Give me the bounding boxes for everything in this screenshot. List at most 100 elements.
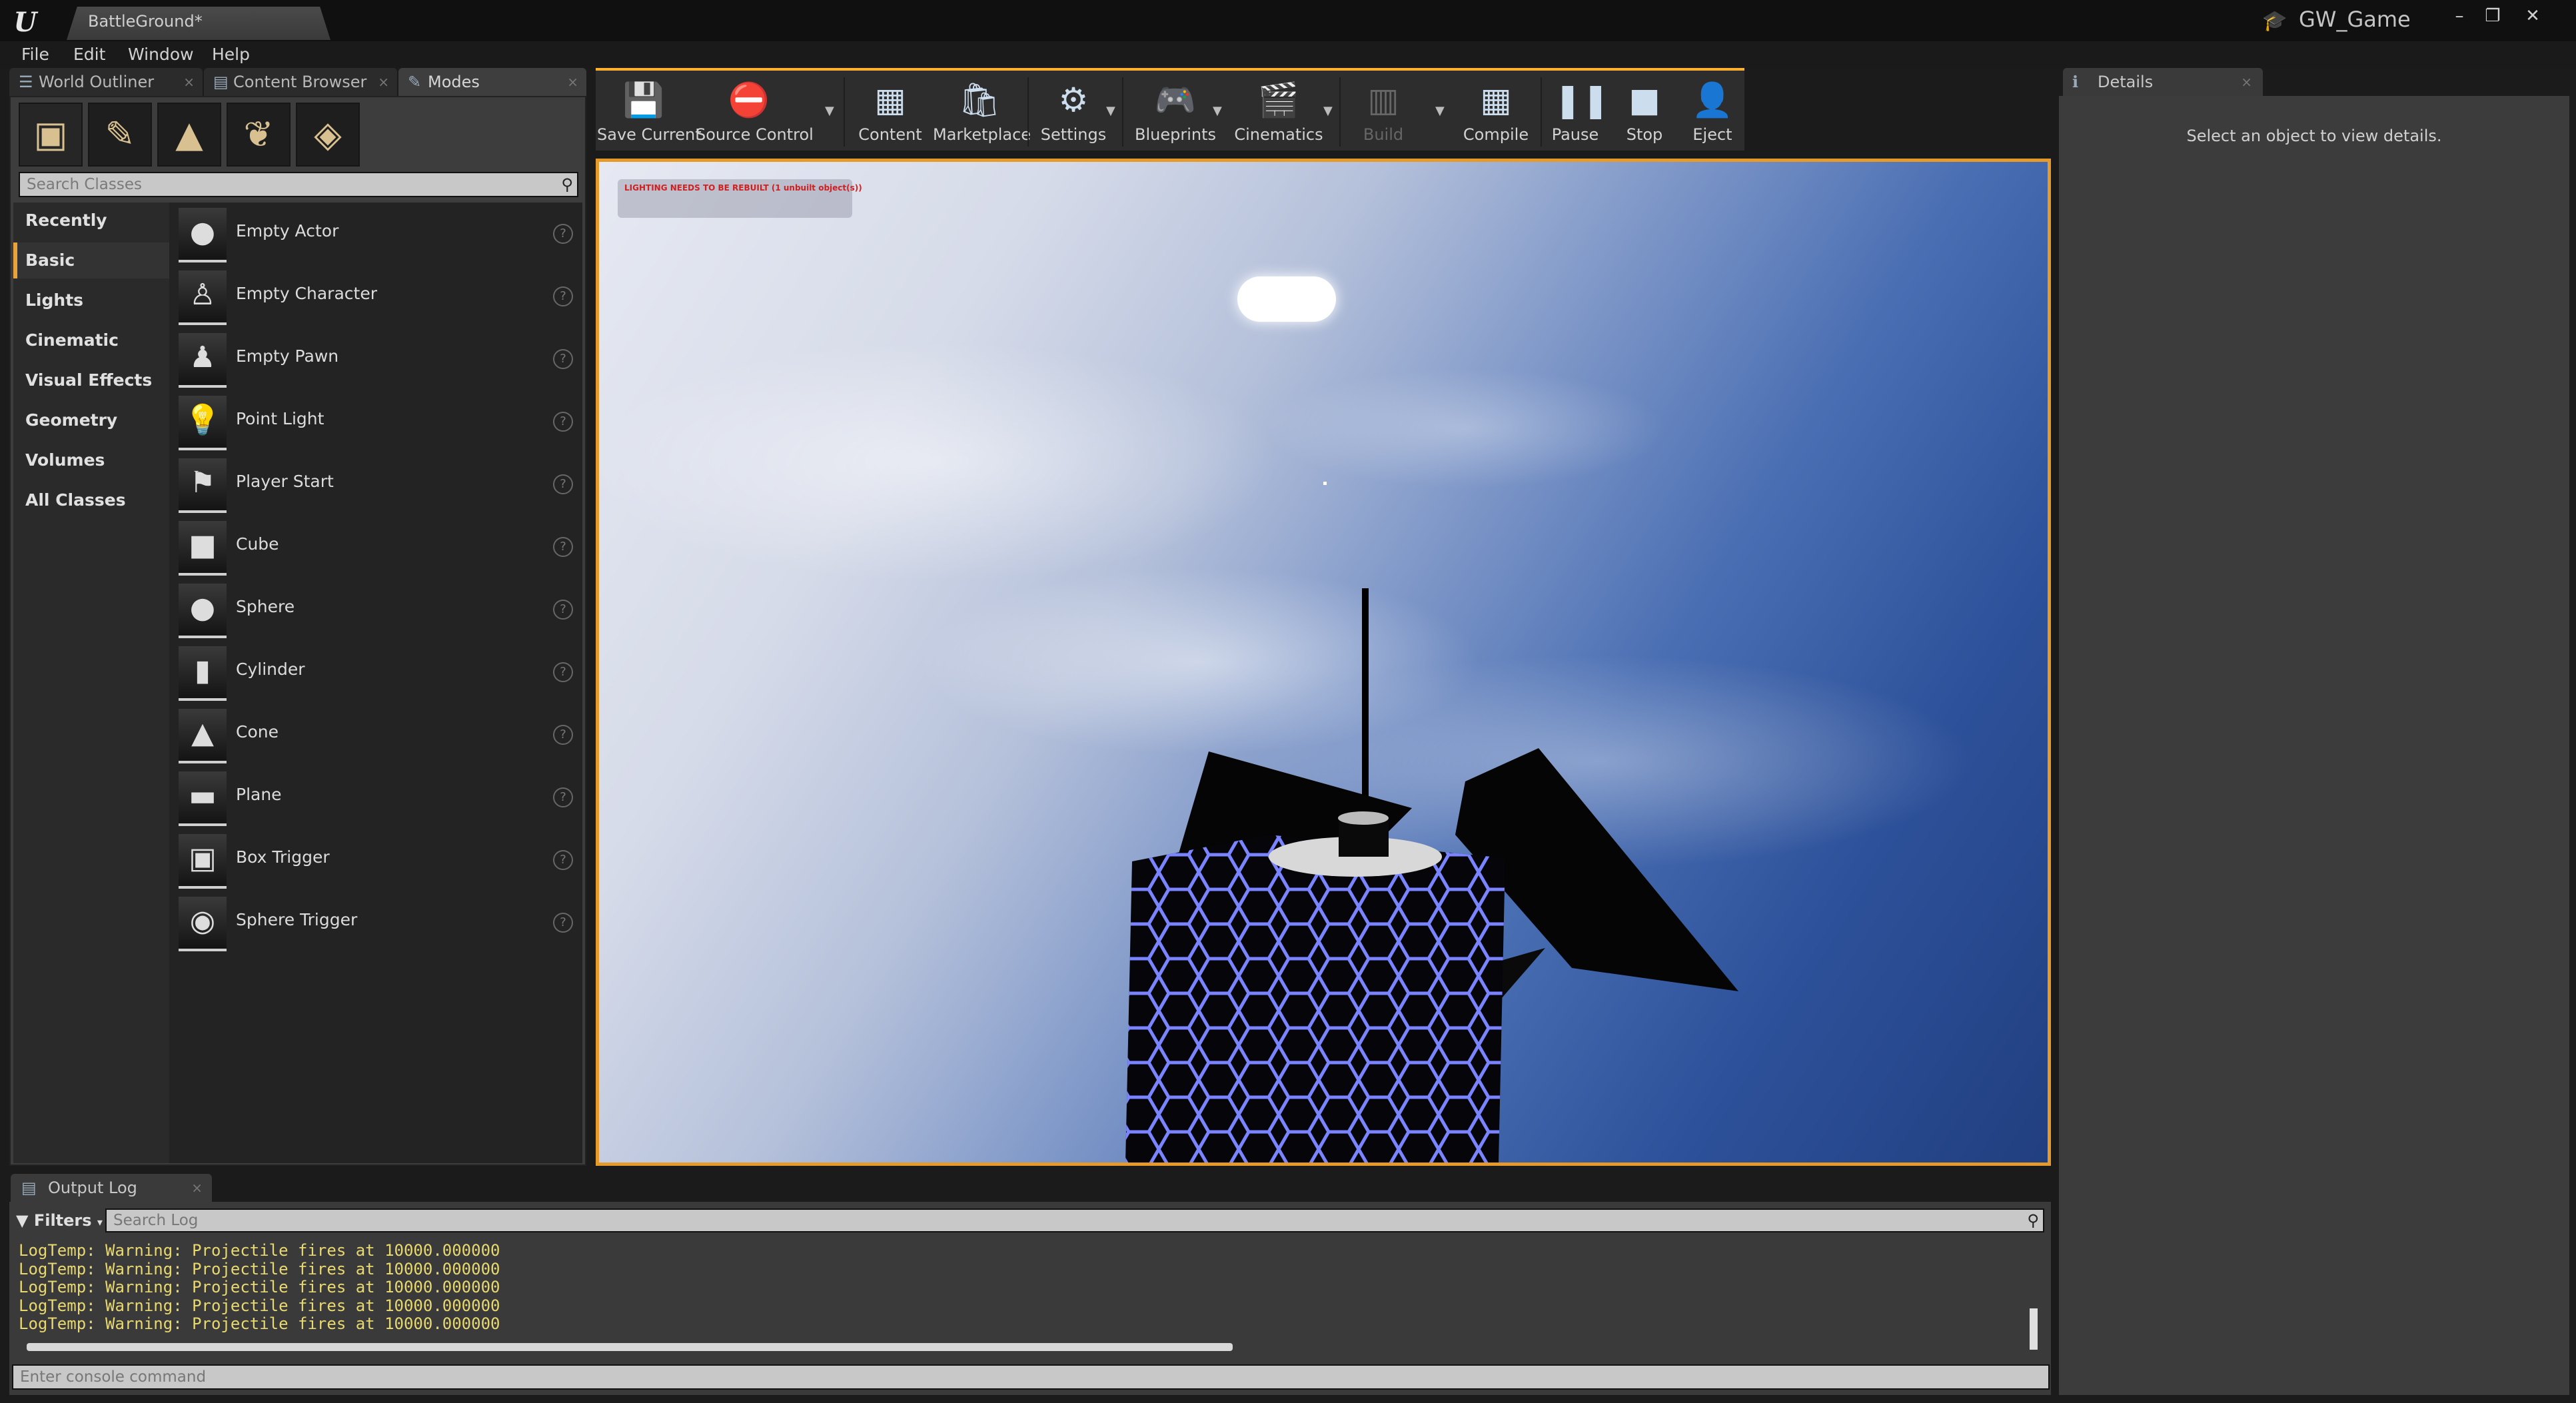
list-item[interactable]: ▣ Box Trigger?	[169, 829, 582, 891]
tab-content-browser-label: Content Browser	[233, 73, 367, 91]
list-item[interactable]: ◉ Sphere Trigger?	[169, 891, 582, 954]
graduation-cap-icon[interactable]: 🎓	[2261, 9, 2288, 33]
paint-mode-button[interactable]: ✎	[88, 103, 152, 167]
eject-button[interactable]: 👤 Eject	[1680, 76, 1744, 151]
category-basic[interactable]: Basic	[13, 242, 169, 278]
list-item[interactable]: ♟ Empty Pawn?	[169, 328, 582, 390]
close-tab-icon[interactable]: ×	[378, 68, 389, 96]
horizontal-scrollbar[interactable]	[27, 1343, 1233, 1351]
list-item[interactable]: 💡 Point Light?	[169, 390, 582, 453]
build-dropdown-icon[interactable]: ▼	[1435, 104, 1445, 118]
settings-dropdown-icon[interactable]: ▼	[1106, 104, 1115, 118]
help-icon[interactable]: ?	[553, 224, 573, 244]
settings-button[interactable]: ⚙ Settings	[1030, 76, 1117, 151]
blueprints-button[interactable]: 🎮 Blueprints	[1129, 76, 1222, 151]
help-icon[interactable]: ?	[553, 349, 573, 369]
close-tab-icon[interactable]: ×	[191, 1174, 203, 1202]
list-item[interactable]: ■ Cube?	[169, 516, 582, 578]
tab-world-outliner[interactable]: ☰ World Outliner ×	[9, 68, 203, 96]
item-label: Plane	[236, 785, 282, 804]
close-tab-icon[interactable]: ×	[567, 68, 578, 96]
help-icon[interactable]: ?	[553, 725, 573, 745]
menu-edit[interactable]: Edit	[73, 41, 105, 68]
source-control-icon: ⛔	[728, 81, 770, 119]
folder-icon: ▤	[213, 73, 229, 91]
eject-icon: 👤	[1691, 81, 1734, 119]
help-icon[interactable]: ?	[553, 474, 573, 494]
tab-content-browser[interactable]: ▤ Content Browser ×	[204, 68, 397, 96]
level-document-tab[interactable]: BattleGround*	[67, 7, 330, 40]
search-icon[interactable]: ⚲	[2027, 1210, 2039, 1231]
geometry-mode-icon: ◈	[314, 113, 342, 155]
help-icon[interactable]: ?	[553, 600, 573, 620]
foliage-mode-button[interactable]: ❦	[227, 103, 291, 167]
menu-file[interactable]: File	[21, 41, 49, 68]
help-icon[interactable]: ?	[553, 412, 573, 432]
minimize-button[interactable]: –	[2444, 5, 2475, 28]
pause-button[interactable]: ❚❚ Pause	[1542, 76, 1610, 151]
list-item[interactable]: ● Sphere?	[169, 578, 582, 641]
blueprints-label: Blueprints	[1134, 125, 1216, 144]
empty-actor-icon: ●	[179, 208, 227, 262]
tab-modes-label: Modes	[428, 73, 480, 91]
console-command-input[interactable]: Enter console command	[12, 1364, 2050, 1390]
help-icon[interactable]: ?	[553, 787, 573, 807]
maximize-button[interactable]: ❐	[2477, 5, 2508, 28]
list-item[interactable]: ⚑ Player Start?	[169, 453, 582, 516]
clapperboard-icon: 🎬	[1257, 81, 1300, 119]
source-control-dropdown-icon[interactable]: ▼	[825, 104, 834, 118]
landscape-mode-button[interactable]: ▲	[157, 103, 221, 167]
build-button[interactable]: ▥ Build	[1343, 76, 1423, 151]
vertical-scrollbar[interactable]	[2030, 1308, 2038, 1350]
list-item[interactable]: ♙ Empty Character?	[169, 265, 582, 328]
category-cinematic[interactable]: Cinematic	[13, 322, 169, 358]
source-control-button[interactable]: ⛔ Source Control	[696, 76, 814, 151]
stop-button[interactable]: ■ Stop	[1611, 76, 1678, 151]
filters-dropdown[interactable]: ▼ Filters ▾	[16, 1208, 103, 1232]
content-button[interactable]: ▦ Content	[849, 76, 932, 151]
close-tab-icon[interactable]: ×	[2241, 68, 2252, 96]
blueprints-dropdown-icon[interactable]: ▼	[1213, 104, 1222, 118]
item-label: Box Trigger	[236, 847, 330, 867]
list-item[interactable]: ▬ Plane?	[169, 766, 582, 829]
close-tab-icon[interactable]: ×	[183, 68, 195, 96]
settings-label: Settings	[1040, 125, 1107, 144]
landscape-mode-icon: ▲	[175, 113, 203, 155]
category-visual-effects[interactable]: Visual Effects	[13, 362, 169, 398]
cinematics-button[interactable]: 🎬 Cinematics	[1229, 76, 1329, 151]
cinematics-label: Cinematics	[1234, 125, 1323, 144]
search-icon[interactable]: ⚲	[561, 173, 573, 196]
crosshair	[1323, 482, 1327, 485]
category-all-classes[interactable]: All Classes	[13, 482, 169, 518]
help-icon[interactable]: ?	[553, 662, 573, 682]
list-item[interactable]: ● Empty Actor?	[169, 203, 582, 265]
cinematics-dropdown-icon[interactable]: ▼	[1323, 104, 1333, 118]
help-icon[interactable]: ?	[553, 286, 573, 306]
category-geometry[interactable]: Geometry	[13, 402, 169, 438]
blueprint-icon: 🎮	[1154, 81, 1197, 119]
list-item[interactable]: ▲ Cone?	[169, 703, 582, 766]
marketplace-button[interactable]: 🛍 Marketplace	[933, 76, 1031, 151]
help-icon[interactable]: ?	[553, 537, 573, 557]
save-current-button[interactable]: 💾 Save Current	[597, 76, 702, 151]
content-label: Content	[858, 125, 922, 144]
unreal-logo-icon[interactable]: U	[9, 7, 41, 39]
category-recently-placed[interactable]: Recently Placed	[13, 203, 169, 266]
list-item[interactable]: ▮ Cylinder?	[169, 641, 582, 703]
search-log-input[interactable]: Search Log ⚲	[105, 1208, 2044, 1232]
menu-window[interactable]: Window	[128, 41, 194, 68]
compile-button[interactable]: ▦ Compile	[1454, 76, 1538, 151]
close-button[interactable]: ✕	[2517, 5, 2548, 28]
search-classes-input[interactable]: Search Classes ⚲	[19, 172, 578, 197]
tab-details[interactable]: ℹ Details ×	[2063, 68, 2263, 96]
place-mode-button[interactable]: ▣	[19, 103, 83, 167]
geometry-mode-button[interactable]: ◈	[296, 103, 360, 167]
category-lights[interactable]: Lights	[13, 282, 169, 318]
level-viewport[interactable]: LIGHTING NEEDS TO BE REBUILT (1 unbuilt …	[596, 159, 2051, 1166]
tab-output-log[interactable]: ▤ Output Log ×	[11, 1174, 212, 1202]
category-volumes[interactable]: Volumes	[13, 442, 169, 478]
tab-modes[interactable]: ✎ Modes ×	[398, 68, 586, 96]
help-icon[interactable]: ?	[553, 913, 573, 933]
help-icon[interactable]: ?	[553, 850, 573, 870]
menu-help[interactable]: Help	[212, 41, 250, 68]
